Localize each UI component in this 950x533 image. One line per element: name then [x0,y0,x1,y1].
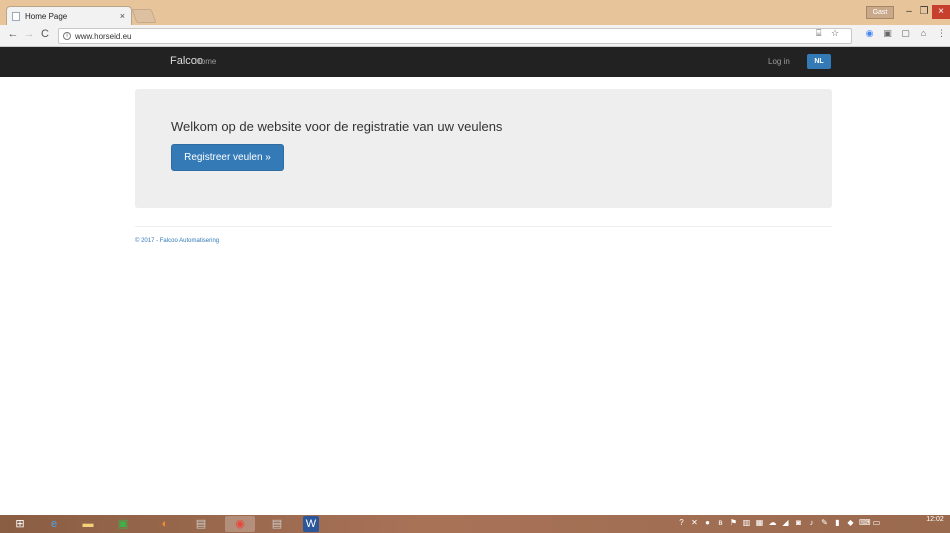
chrome-icon[interactable]: ◉ [225,516,255,532]
tray-app-icon[interactable]: ◆ [846,517,855,529]
extensions-area: ◉ ▣ ▢ ⌂ ⋮ [864,28,947,39]
forward-arrow-icon[interactable]: → [22,28,36,40]
system-tray: ? ✕ ● ʙ ⚑ ▥ ▦ ☁ ◢ ◙ ♪ ✎ ▮ ◆ ⌨ ▭ [677,517,881,529]
footer-divider [135,226,832,227]
language-button[interactable]: NL [807,54,831,69]
menu-icon[interactable]: ⋮ [936,28,947,39]
browser-titlebar: Home Page × Gast – ❐ × [0,0,950,25]
volume-icon[interactable]: ♪ [807,517,816,529]
maximize-icon[interactable]: ❐ [915,5,933,19]
tray-app-icon[interactable]: ▦ [755,517,764,529]
tab-close-icon[interactable]: × [120,11,125,21]
tray-app-icon[interactable]: ✎ [820,517,829,529]
notification-icon[interactable]: ▭ [872,517,881,529]
windows-taskbar: ⊞ e ▬ ▣ ◐ ▤ ◉ ▤ W ? ✕ ● ʙ ⚑ ▥ ▦ ☁ ◢ ◙ ♪ … [0,515,950,533]
tray-app-icon[interactable]: ◙ [794,517,803,529]
app-icon[interactable]: ◐ [157,516,173,532]
register-foal-button[interactable]: Registreer veulen » [171,144,284,171]
word-icon[interactable]: W [303,516,319,532]
jumbotron: Welkom op de website voor de registratie… [135,89,832,208]
internet-explorer-icon[interactable]: e [46,516,62,532]
nav-home-link[interactable]: Home [195,57,216,66]
cloud-icon[interactable]: ☁ [768,517,777,529]
close-window-icon[interactable]: × [932,5,950,19]
footer-text: © 2017 - Falcoo Automatisering [135,238,220,244]
extension-icon[interactable]: ⌂ [918,28,929,39]
signal-icon[interactable]: ◢ [781,517,790,529]
app-icon[interactable]: ▤ [193,516,209,532]
extension-icon[interactable]: ◉ [864,28,875,39]
network-icon[interactable]: ▥ [742,517,751,529]
windows-start-icon[interactable]: ⊞ [12,516,28,532]
extension-icon[interactable]: ▢ [900,28,911,39]
tray-app-icon[interactable]: ● [703,517,712,529]
bluetooth-icon[interactable]: ʙ [716,517,725,529]
flag-icon[interactable]: ⚑ [729,517,738,529]
tray-app-icon[interactable]: ✕ [690,517,699,529]
extension-icon[interactable]: ▣ [882,28,893,39]
login-link[interactable]: Log in [768,57,790,66]
info-icon[interactable]: i [63,32,71,40]
help-icon[interactable]: ? [677,517,686,529]
tab-title: Home Page [25,11,68,21]
browser-toolbar: ← → C i www.horseid.eu ⌸ ☆ ◉ ▣ ▢ ⌂ ⋮ [0,25,950,47]
welcome-heading: Welkom op de website voor de registratie… [171,119,503,134]
taskbar-clock[interactable]: 12:02 [921,516,949,524]
url-text: www.horseid.eu [75,31,132,41]
translate-icon[interactable]: ⌸ [816,28,821,39]
file-explorer-icon[interactable]: ▬ [80,516,96,532]
app-icon[interactable]: ▤ [269,516,285,532]
reload-icon[interactable]: C [38,28,52,40]
browser-tab[interactable]: Home Page × [6,6,132,25]
keyboard-icon[interactable]: ⌨ [859,517,871,529]
new-tab-button[interactable] [131,9,157,23]
back-arrow-icon[interactable]: ← [6,28,20,40]
profile-button[interactable]: Gast [866,6,894,19]
battery-icon[interactable]: ▮ [833,517,842,529]
site-navbar: Falcoo Home Log in NL [0,47,950,77]
address-bar[interactable]: i www.horseid.eu [58,28,852,44]
store-icon[interactable]: ▣ [115,516,131,532]
page-favicon-icon [12,11,20,21]
star-icon[interactable]: ☆ [831,28,839,39]
